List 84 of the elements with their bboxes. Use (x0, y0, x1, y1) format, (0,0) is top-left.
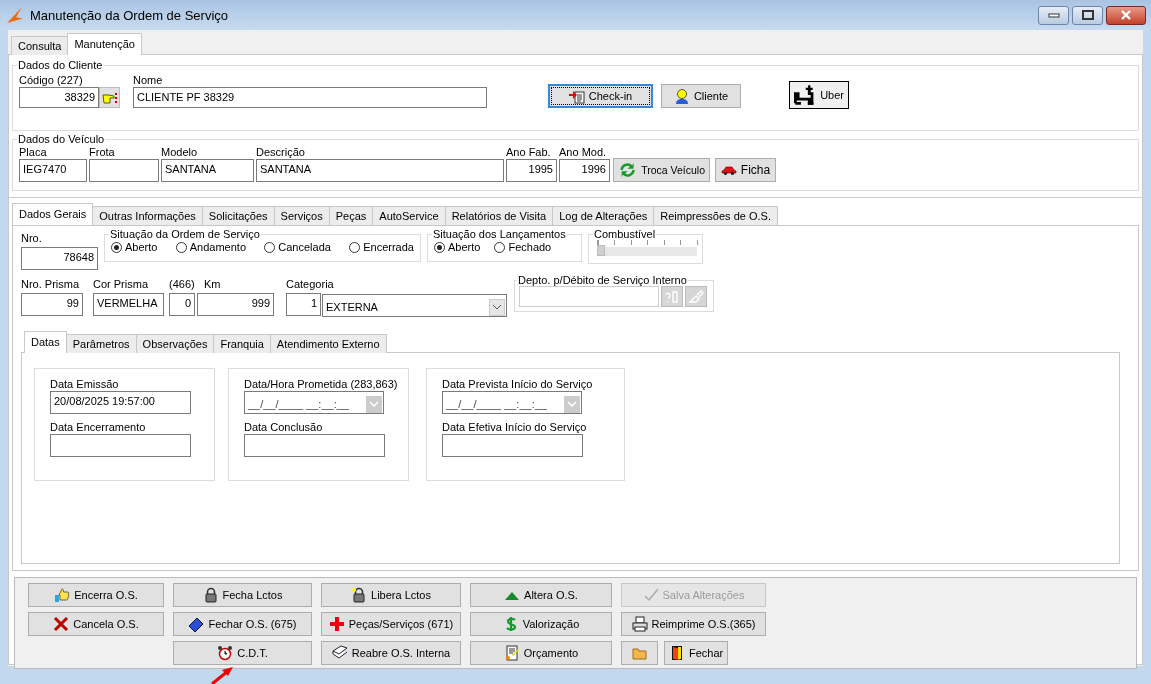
text-field[interactable]: 99 (21, 293, 83, 316)
field-label: Ano Fab. (506, 145, 552, 159)
action-button[interactable]: Valorização (470, 612, 612, 636)
field-label: Frota (89, 145, 116, 159)
category-dropdown[interactable]: EXTERNA (322, 294, 507, 317)
field-label: Data Efetiva Início do Serviço (442, 420, 588, 434)
action-button[interactable]: Encerra O.S. (28, 583, 164, 607)
date-field[interactable]: 20/08/2025 19:57:00 (50, 391, 191, 414)
radio-button[interactable]: Encerrada (349, 241, 414, 253)
text-field[interactable]: 999 (197, 293, 274, 316)
action-button[interactable]: Fechar (664, 641, 729, 665)
action-button[interactable]: Reabre O.S. Interna (321, 641, 461, 665)
field-label: Cor Prisma (93, 277, 148, 291)
action-button[interactable]: Libera Lctos (321, 583, 461, 607)
action-button[interactable]: Fecha Lctos (173, 583, 312, 607)
swap-vehicle-button[interactable]: Troca Veículo (613, 158, 710, 182)
action-button[interactable]: Cancela O.S. (28, 612, 164, 636)
field-label: Placa (19, 145, 48, 159)
window-title: Manutenção da Ordem de Serviço (30, 7, 229, 23)
tab[interactable]: Outras Informações (92, 206, 203, 225)
tab[interactable]: Serviços (273, 206, 330, 225)
text-field[interactable]: SANTANA (161, 159, 254, 182)
text-field[interactable]: VERMELHA (93, 293, 164, 316)
field-label: Data Encerramento (50, 420, 147, 434)
text-field[interactable]: 1996 (559, 159, 610, 182)
record-button[interactable]: Ficha (715, 158, 776, 182)
client-button[interactable]: Cliente (661, 84, 741, 108)
field-label: Km (204, 277, 221, 291)
radio-button[interactable]: Cancelada (264, 241, 331, 253)
action-button[interactable]: Fechar O.S. (675) (173, 612, 312, 636)
number-field[interactable]: 78648 (21, 247, 98, 270)
action-button[interactable]: Orçamento (470, 641, 612, 665)
text-field[interactable]: 1995 (506, 159, 557, 182)
field-label: Data/Hora Prometida (283,863) (244, 377, 399, 391)
action-button[interactable]: Reimprime O.S.(365) (621, 612, 766, 636)
code-field[interactable]: 38329 (19, 87, 99, 108)
field-label: Data Conclusão (244, 420, 324, 434)
tab[interactable]: Relatórios de Visita (444, 206, 554, 225)
tab[interactable]: Manutenção (67, 33, 142, 55)
action-button[interactable]: Altera O.S. (470, 583, 612, 607)
tab[interactable]: Parâmetros (65, 334, 137, 353)
tab[interactable]: Franquia (213, 334, 271, 353)
tab[interactable]: AutoService (372, 206, 446, 225)
field-label: Categoria (286, 277, 334, 291)
radio-button[interactable]: Aberto (111, 241, 158, 253)
action-button[interactable]: C.D.T. (173, 641, 312, 665)
name-field[interactable]: CLIENTE PF 38329 (133, 87, 487, 108)
group-title: Situação da Ordem de Serviço (109, 228, 261, 240)
tab[interactable]: Consulta (11, 36, 69, 55)
field-label: Data Emissão (50, 377, 120, 391)
field-label: (466) (169, 277, 195, 291)
field-label: Ano Mod. (559, 145, 608, 159)
check-in-button[interactable]: Check-in (548, 84, 653, 108)
tab[interactable]: Atendimento Externo (269, 334, 387, 353)
field-label: Data Prevista Início do Serviço (442, 377, 594, 391)
tab[interactable]: Log de Alterações (552, 206, 655, 225)
text-field[interactable]: 1 (286, 293, 321, 316)
uber-button[interactable]: Uber (789, 81, 849, 109)
field-label: Nro. Prisma (21, 277, 80, 291)
group-title: Depto. p/Débito de Serviço Interno (517, 274, 688, 286)
tab[interactable]: Datas (24, 331, 67, 353)
field-label: Descrição (256, 145, 306, 159)
tab[interactable]: Peças (328, 206, 374, 225)
group-title: Combustível (593, 228, 657, 240)
date-time-field[interactable]: __/__/____ __:__:__ (244, 391, 384, 414)
group-title: Situação dos Lançamentos (432, 228, 567, 240)
date-time-field[interactable]: __/__/____ __:__:__ (442, 391, 582, 414)
field-label: Modelo (161, 145, 199, 159)
field-label: Código (227) (19, 73, 84, 87)
radio-button[interactable]: Aberto (434, 241, 481, 253)
field-label: Nome (133, 73, 164, 87)
radio-button[interactable]: Fechado (494, 241, 552, 253)
tab[interactable]: Observações (135, 334, 215, 353)
text-field[interactable]: SANTANA (256, 159, 504, 182)
group-title: Dados do Cliente (17, 59, 104, 71)
field-label: Nro. (21, 231, 43, 245)
tab[interactable]: Dados Gerais (12, 203, 94, 225)
group-title: Dados do Veículo (17, 133, 106, 145)
tab[interactable]: Reimpressões de O.S. (653, 206, 778, 225)
text-field[interactable]: IEG7470 (19, 159, 87, 182)
text-field[interactable]: 0 (169, 293, 195, 316)
tab[interactable]: Solicitações (201, 206, 275, 225)
radio-button[interactable]: Andamento (175, 241, 246, 253)
action-button[interactable]: Peças/Serviços (671) (321, 612, 461, 636)
